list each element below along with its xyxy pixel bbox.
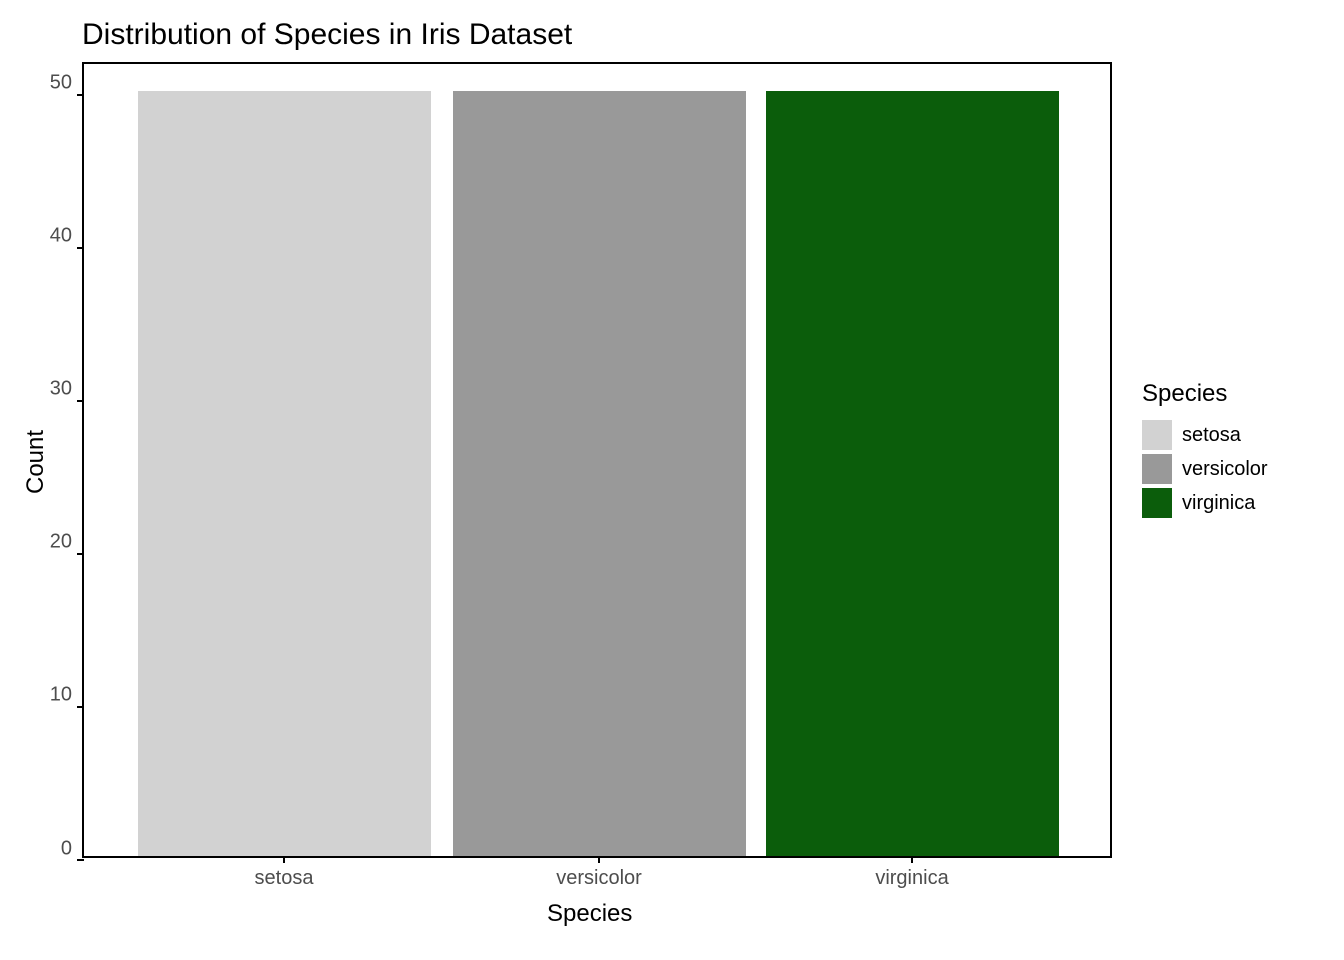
legend-item-virginica: virginica bbox=[1142, 486, 1268, 520]
legend: Species setosa versicolor virginica bbox=[1142, 380, 1268, 520]
y-tick-label: 50 bbox=[12, 72, 72, 95]
y-tick-mark bbox=[77, 247, 84, 249]
y-tick-label: 40 bbox=[12, 225, 72, 248]
y-tick-label: 10 bbox=[12, 684, 72, 707]
y-tick-mark bbox=[77, 553, 84, 555]
x-tick-mark bbox=[283, 856, 285, 863]
y-tick-label: 20 bbox=[12, 531, 72, 554]
legend-item-setosa: setosa bbox=[1142, 418, 1268, 452]
legend-item-versicolor: versicolor bbox=[1142, 452, 1268, 486]
y-tick-label: 30 bbox=[12, 378, 72, 401]
legend-swatch bbox=[1142, 488, 1172, 518]
y-tick-mark bbox=[77, 706, 84, 708]
legend-label: virginica bbox=[1182, 492, 1255, 515]
x-axis-title: Species bbox=[547, 900, 632, 928]
y-tick-mark bbox=[77, 94, 84, 96]
x-tick-label: versicolor bbox=[556, 867, 642, 890]
chart-title: Distribution of Species in Iris Dataset bbox=[82, 18, 572, 52]
x-tick-mark bbox=[598, 856, 600, 863]
bar-versicolor bbox=[453, 91, 746, 856]
legend-label: setosa bbox=[1182, 424, 1241, 447]
bar-setosa bbox=[138, 91, 431, 856]
legend-title: Species bbox=[1142, 380, 1268, 408]
y-tick-mark bbox=[77, 400, 84, 402]
bar-virginica bbox=[766, 91, 1059, 856]
legend-swatch bbox=[1142, 420, 1172, 450]
x-tick-label: virginica bbox=[875, 867, 948, 890]
y-axis-title: Count bbox=[22, 430, 50, 494]
x-tick-mark bbox=[911, 856, 913, 863]
y-tick-mark bbox=[77, 859, 84, 861]
legend-label: versicolor bbox=[1182, 458, 1268, 481]
plot-panel: setosaversicolorvirginica01020304050 bbox=[82, 62, 1112, 858]
x-tick-label: setosa bbox=[255, 867, 314, 890]
chart-page: Distribution of Species in Iris Dataset … bbox=[0, 0, 1344, 960]
legend-swatch bbox=[1142, 454, 1172, 484]
y-tick-label: 0 bbox=[12, 837, 72, 860]
